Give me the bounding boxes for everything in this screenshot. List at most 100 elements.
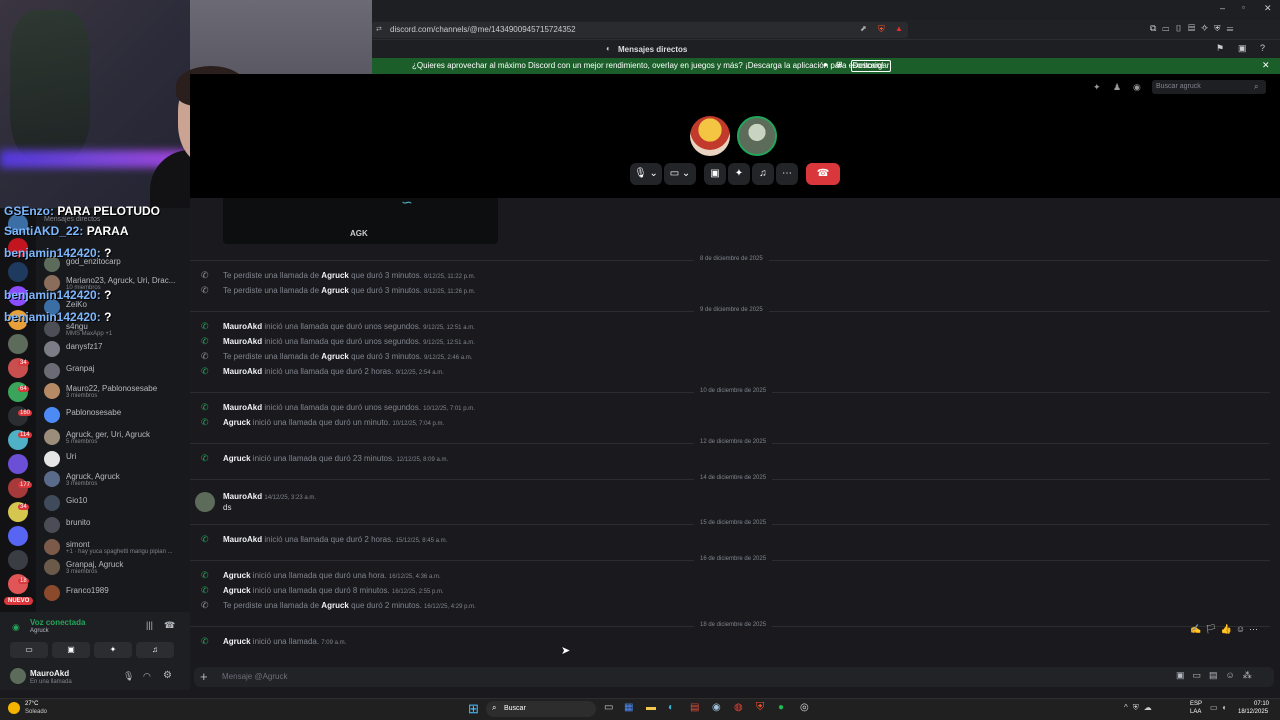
embed-image[interactable]: ∽ AGK — [223, 194, 498, 244]
steam-icon[interactable]: ◉ — [712, 702, 721, 713]
soundboard-icon[interactable]: ♫ — [136, 642, 174, 658]
dm-list-item[interactable]: simont +1 · hay yuca spaghetti mangu pipi… — [44, 538, 184, 558]
server-icon[interactable] — [8, 334, 28, 354]
dm-list-item[interactable]: Pablonosesabe — [44, 406, 184, 426]
download-button[interactable]: Descargar — [851, 60, 891, 72]
call-more-button[interactable]: ⋯ — [776, 163, 798, 185]
user-avatar[interactable] — [10, 668, 26, 684]
server-icon[interactable] — [8, 454, 28, 474]
dm-subtitle: +1 · hay yuca spaghetti mangu pipian ... — [66, 549, 173, 555]
brave-shield-icon[interactable]: ⛨ — [878, 24, 885, 35]
clock-time[interactable]: 07:10 — [1254, 701, 1269, 707]
message-author[interactable]: MauroAkd — [223, 492, 262, 501]
user-name[interactable]: MauroAkd — [30, 669, 69, 678]
window-icon[interactable]: ▣ — [1238, 43, 1247, 54]
attach-plus-icon[interactable]: + — [200, 669, 208, 684]
activity-icon[interactable]: ✦ — [94, 642, 132, 658]
clock-date[interactable]: 18/12/2025 — [1238, 709, 1268, 715]
call-activity-button[interactable]: ✦ — [728, 163, 750, 185]
dm-list-item[interactable]: brunito — [44, 516, 184, 536]
call-user[interactable]: Agruck — [223, 454, 251, 463]
call-user[interactable]: MauroAkd — [223, 337, 262, 346]
call-user[interactable]: Agruck — [223, 586, 251, 595]
calendar-app-icon[interactable]: ▤ — [690, 702, 699, 713]
message-timestamp: 14/12/25, 3:23 a.m. — [264, 495, 317, 501]
call-user[interactable]: Agruck — [223, 637, 251, 646]
dm-list-item[interactable]: Mauro22, Pablonosesabe 3 miembros — [44, 382, 184, 402]
call-user[interactable]: MauroAkd — [223, 367, 262, 376]
caller-avatar-agruck[interactable] — [690, 116, 730, 156]
dm-list-item[interactable]: Granpaj, Agruck 3 miembros — [44, 558, 184, 578]
server-icon[interactable] — [8, 478, 28, 498]
call-user[interactable]: Agruck — [223, 418, 251, 427]
tray-icons[interactable]: ^⛨☁ — [1124, 703, 1157, 713]
widgets-icon[interactable]: ▦ — [624, 702, 633, 713]
call-hangup-button[interactable]: ☎ — [806, 163, 840, 185]
server-icon[interactable] — [8, 526, 28, 546]
caller-avatar-mauroakd[interactable] — [737, 116, 777, 156]
call-user[interactable]: MauroAkd — [223, 322, 262, 331]
edge-icon[interactable]: ◐ — [668, 702, 674, 713]
dm-list-item[interactable]: Agruck, Agruck 3 miembros — [44, 470, 184, 490]
noise-suppression-icon[interactable]: ||| — [146, 620, 153, 630]
camera-off-icon[interactable]: ▭ — [10, 642, 48, 658]
pin-icon[interactable]: ✦ — [1093, 82, 1101, 93]
call-user[interactable]: Agruck — [321, 352, 349, 361]
obs-icon[interactable]: ◎ — [800, 702, 809, 713]
call-user[interactable]: MauroAkd — [223, 535, 262, 544]
settings-gear-icon[interactable]: ⚙ — [163, 670, 172, 681]
add-friends-icon[interactable]: ♟ — [1113, 82, 1121, 93]
server-icon[interactable] — [8, 550, 28, 570]
disconnect-icon[interactable]: ☎ — [164, 620, 175, 631]
server-icon[interactable] — [8, 406, 28, 426]
screen-share-icon[interactable]: ▣ — [52, 642, 90, 658]
network-volume-icons[interactable]: ▭◖ — [1210, 703, 1230, 712]
weather-icon[interactable] — [8, 702, 20, 714]
help-icon[interactable]: ? — [1260, 43, 1265, 53]
dm-list-item[interactable]: Franco1989 — [44, 584, 184, 604]
inbox-icon[interactable]: ⚑ — [1216, 43, 1224, 54]
taskbar-search[interactable]: ⌕ Buscar — [486, 701, 596, 717]
dm-list-item[interactable]: Granpaj — [44, 362, 184, 382]
call-camera-button[interactable]: ▭ ⌄ — [664, 163, 696, 185]
dm-list-item[interactable]: danysfz17 — [44, 340, 184, 360]
call-user[interactable]: MauroAkd — [223, 403, 262, 412]
minimize-icon[interactable]: – — [1220, 3, 1225, 13]
mic-icon[interactable]: 🎙 — [123, 671, 134, 682]
task-view-icon[interactable]: ▭ — [604, 702, 613, 713]
server-icon[interactable] — [8, 574, 28, 594]
share-icon[interactable]: ⬈ — [860, 24, 867, 33]
call-user[interactable]: Agruck — [321, 601, 349, 610]
call-user[interactable]: Agruck — [223, 571, 251, 580]
spotify-icon[interactable]: ● — [778, 702, 784, 713]
call-soundboard-button[interactable]: ♫ — [752, 163, 774, 185]
composer-tools[interactable]: ▣▭▤☺⁂ — [1176, 670, 1272, 681]
server-icon[interactable] — [8, 382, 28, 402]
close-window-icon[interactable]: ✕ — [1264, 3, 1272, 14]
url-text[interactable]: discord.com/channels/@me/143490094571572… — [390, 25, 576, 34]
voice-channel[interactable]: Agruck — [30, 628, 49, 634]
voice-status[interactable]: Voz conectada — [30, 618, 85, 627]
start-windows-icon[interactable]: ⊞ — [468, 701, 479, 717]
dm-list-item[interactable]: Agruck, ger, Uri, Agruck 5 miembros — [44, 428, 184, 448]
composer-input[interactable]: Mensaje @Agruck — [222, 672, 287, 681]
weather-temp[interactable]: 27°C — [25, 701, 38, 707]
site-info-icon[interactable]: ⇄ — [376, 25, 382, 33]
search-field[interactable]: Buscar agruck ⌕ — [1152, 80, 1266, 94]
lang-indicator[interactable]: ESP — [1190, 701, 1202, 707]
message-avatar[interactable] — [195, 492, 215, 512]
brave-rewards-icon[interactable]: ▲ — [895, 24, 903, 33]
dm-list-item[interactable]: Gio10 — [44, 494, 184, 514]
call-user[interactable]: Agruck — [321, 271, 349, 280]
brave-taskbar-icon[interactable]: ⛨ — [756, 701, 764, 714]
dm-list-item[interactable]: Uri — [44, 450, 184, 470]
call-mic-button[interactable]: 🎙 ⌄ — [630, 163, 662, 185]
banner-close-icon[interactable]: ✕ — [1262, 60, 1270, 71]
call-screenshare-button[interactable]: ▣ — [704, 163, 726, 185]
call-user[interactable]: Agruck — [321, 286, 349, 295]
profile-icon[interactable]: ◉ — [1133, 82, 1141, 93]
maximize-icon[interactable]: ▫ — [1242, 3, 1245, 12]
chrome-icon[interactable]: ◍ — [734, 702, 743, 713]
headphones-icon[interactable]: ◠ — [143, 671, 151, 682]
file-explorer-icon[interactable]: ▬ — [646, 702, 656, 713]
